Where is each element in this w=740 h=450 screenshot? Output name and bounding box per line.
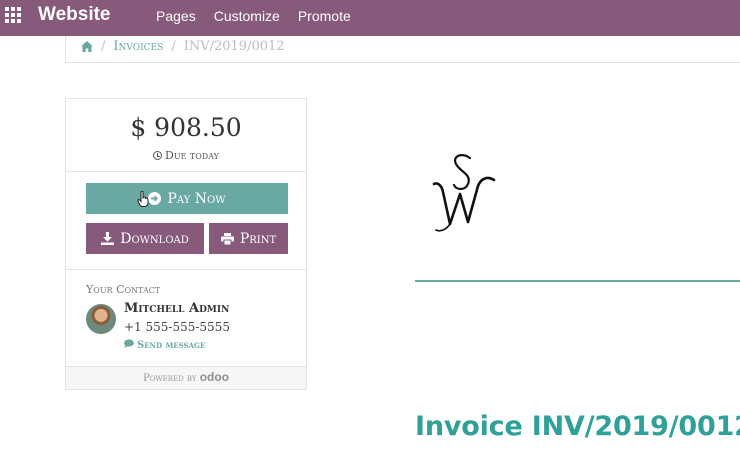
contact-name: Mitchell Admin bbox=[124, 301, 230, 316]
breadcrumb-invoices[interactable]: Invoices bbox=[113, 39, 163, 54]
top-navbar: Website Pages Customize Promote bbox=[0, 0, 740, 36]
breadcrumb-separator: / bbox=[101, 39, 106, 54]
invoice-summary-card: $ 908.50 Due today Pay Now Download Prin… bbox=[65, 98, 307, 390]
avatar bbox=[86, 304, 116, 334]
divider bbox=[66, 269, 306, 270]
due-label: Due today bbox=[165, 149, 219, 162]
comments-icon bbox=[124, 339, 135, 351]
pay-now-button[interactable]: Pay Now bbox=[86, 183, 288, 214]
breadcrumb: / Invoices / INV/2019/0012 bbox=[81, 39, 285, 54]
header-divider-line bbox=[415, 280, 740, 282]
divider bbox=[66, 171, 306, 172]
breadcrumb-separator: / bbox=[171, 39, 176, 54]
menu-customize[interactable]: Customize bbox=[214, 8, 280, 24]
menu-promote[interactable]: Promote bbox=[298, 8, 351, 24]
powered-by-label: Powered by bbox=[142, 373, 197, 384]
clock-icon bbox=[153, 151, 163, 160]
print-button[interactable]: Print bbox=[209, 223, 288, 254]
website-brand[interactable]: Website bbox=[38, 4, 111, 26]
hand-cursor-icon bbox=[137, 190, 149, 207]
arrow-circle-right-icon bbox=[148, 192, 162, 205]
amount-due: $ 908.50 bbox=[130, 113, 242, 142]
odoo-logo[interactable]: odoo bbox=[200, 370, 229, 384]
print-label: Print bbox=[239, 230, 277, 247]
top-menu: Pages Customize Promote bbox=[156, 8, 351, 24]
send-message-label: Send message bbox=[137, 339, 206, 351]
breadcrumb-bar: / Invoices / INV/2019/0012 bbox=[65, 36, 740, 63]
home-icon[interactable] bbox=[81, 41, 93, 52]
download-icon bbox=[101, 232, 115, 245]
send-message-link[interactable]: Send message bbox=[124, 339, 205, 351]
breadcrumb-current: INV/2019/0012 bbox=[183, 39, 285, 54]
company-logo bbox=[428, 150, 502, 238]
print-icon bbox=[220, 232, 234, 245]
download-label: Download bbox=[120, 230, 189, 247]
invoice-title: Invoice INV/2019/0012 bbox=[415, 411, 740, 442]
download-button[interactable]: Download bbox=[86, 223, 204, 254]
due-status: Due today bbox=[66, 149, 306, 162]
pay-now-label: Pay Now bbox=[167, 190, 226, 207]
menu-pages[interactable]: Pages bbox=[156, 8, 196, 24]
contact-phone: +1 555-555-5555 bbox=[124, 320, 230, 334]
contact-section-title: Your Contact bbox=[86, 283, 161, 296]
powered-by-footer: Powered by odoo bbox=[66, 366, 306, 389]
apps-grid-icon[interactable] bbox=[5, 7, 22, 24]
